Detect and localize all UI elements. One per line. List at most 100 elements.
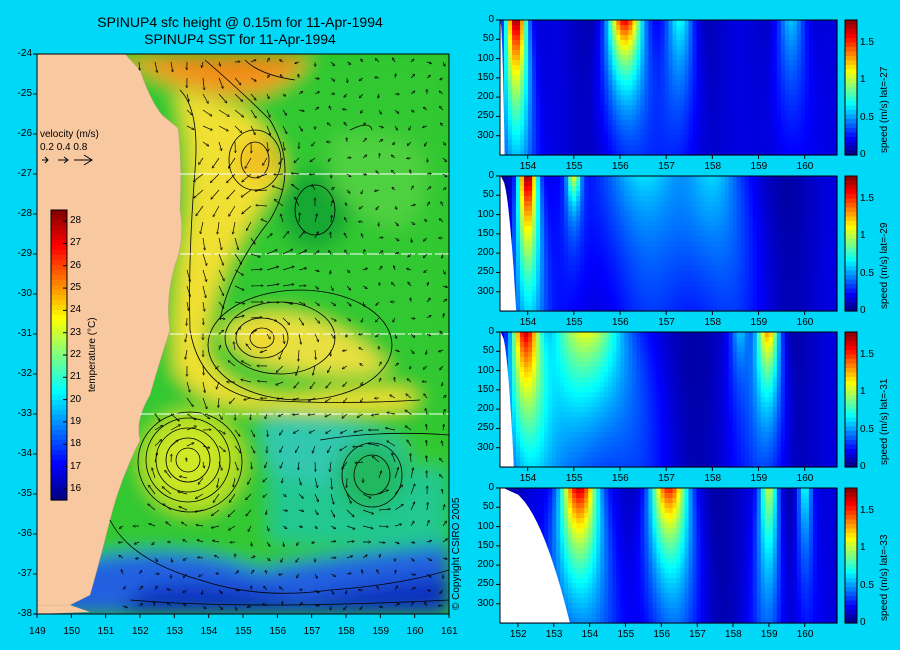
speed-cell bbox=[628, 226, 633, 232]
speed-cell bbox=[732, 20, 738, 26]
speed-cell bbox=[572, 70, 577, 76]
speed-cell bbox=[660, 25, 666, 31]
speed-cell bbox=[528, 130, 533, 136]
speed-cell bbox=[800, 70, 806, 76]
speed-cell bbox=[692, 90, 698, 96]
speed-cell bbox=[752, 266, 758, 272]
speed-cell bbox=[672, 45, 678, 51]
speed-cell bbox=[824, 60, 830, 66]
speed-cell bbox=[588, 65, 593, 71]
speed-cell bbox=[664, 301, 670, 307]
speed-cell bbox=[540, 95, 545, 101]
speed-cell bbox=[620, 25, 625, 31]
speed-cell bbox=[552, 216, 557, 222]
speed-cell bbox=[780, 236, 786, 242]
speed-cell bbox=[828, 115, 834, 121]
speed-cell bbox=[516, 20, 521, 26]
speed-cell bbox=[700, 186, 706, 192]
speed-cell bbox=[508, 35, 513, 41]
speed-cell bbox=[628, 75, 633, 81]
speed-cell bbox=[696, 135, 702, 141]
speed-cell bbox=[820, 90, 826, 96]
speed-cell bbox=[552, 90, 557, 96]
speed-cell bbox=[532, 221, 537, 227]
speed-cell bbox=[684, 241, 690, 247]
speed-cell bbox=[732, 236, 738, 242]
speed-cell bbox=[828, 135, 834, 141]
speed-cell bbox=[576, 140, 581, 146]
speed-cell bbox=[696, 65, 702, 71]
speed-cell bbox=[772, 75, 778, 81]
speed-cell bbox=[560, 115, 565, 121]
speed-cell bbox=[524, 140, 529, 146]
speed-cell bbox=[768, 181, 774, 187]
speed-cell bbox=[576, 85, 581, 91]
speed-cell bbox=[504, 140, 509, 146]
speed-cell bbox=[524, 276, 529, 282]
speed-cell bbox=[776, 40, 782, 46]
speed-cell bbox=[744, 256, 750, 262]
speed-cell bbox=[584, 271, 589, 277]
speed-cell bbox=[764, 115, 770, 121]
speed-cell bbox=[712, 55, 718, 61]
speed-cell bbox=[524, 75, 529, 81]
speed-cell bbox=[636, 271, 642, 277]
speed-cell bbox=[532, 50, 537, 56]
speed-cell bbox=[800, 145, 806, 151]
speed-cell bbox=[744, 145, 750, 151]
speed-cell bbox=[820, 70, 826, 76]
speed-cell bbox=[544, 181, 549, 187]
speed-cell bbox=[760, 286, 766, 292]
speed-cell bbox=[640, 140, 646, 146]
speed-cell bbox=[820, 30, 826, 36]
speed-cell bbox=[536, 90, 541, 96]
speed-cell bbox=[572, 40, 577, 46]
speed-cell bbox=[748, 55, 754, 61]
speed-cell bbox=[724, 130, 730, 136]
speed-cell bbox=[652, 140, 658, 146]
speed-cell bbox=[740, 85, 746, 91]
speed-cell bbox=[616, 201, 621, 207]
speed-cell bbox=[800, 65, 806, 71]
speed-cell bbox=[636, 25, 642, 31]
speed-cell bbox=[764, 95, 770, 101]
speed-cell bbox=[672, 100, 678, 106]
speed-cell bbox=[696, 45, 702, 51]
speed-cell bbox=[724, 296, 730, 302]
speed-cell bbox=[676, 90, 682, 96]
speed-cell bbox=[636, 266, 642, 272]
speed-cell bbox=[656, 221, 662, 227]
speed-cell bbox=[672, 90, 678, 96]
speed-cell bbox=[772, 231, 778, 237]
speed-cell bbox=[760, 191, 766, 197]
speed-cell bbox=[520, 60, 525, 66]
speed-cell bbox=[680, 35, 686, 41]
speed-cell bbox=[612, 246, 617, 252]
speed-cell bbox=[624, 301, 629, 307]
speed-cell bbox=[744, 55, 750, 61]
speed-cell bbox=[692, 135, 698, 141]
speed-cell bbox=[724, 276, 730, 282]
speed-cell bbox=[704, 75, 710, 81]
speed-cell bbox=[748, 60, 754, 66]
speed-cell bbox=[576, 301, 581, 307]
speed-cell bbox=[516, 145, 521, 151]
speed-cell bbox=[608, 95, 613, 101]
speed-cell bbox=[564, 236, 569, 242]
speed-cell bbox=[568, 296, 573, 302]
speed-cell bbox=[744, 221, 750, 227]
speed-cell bbox=[648, 95, 654, 101]
speed-cell bbox=[760, 90, 766, 96]
speed-cell bbox=[580, 191, 585, 197]
speed-cell bbox=[608, 286, 613, 292]
speed-cell bbox=[648, 246, 654, 252]
speed-cell bbox=[812, 90, 818, 96]
speed-cell bbox=[564, 105, 569, 111]
speed-cell bbox=[596, 30, 601, 36]
speed-cell bbox=[656, 90, 662, 96]
speed-cell bbox=[652, 20, 658, 26]
speed-cell bbox=[520, 181, 525, 187]
speed-cell bbox=[744, 70, 750, 76]
speed-cell bbox=[648, 181, 654, 187]
speed-cell bbox=[508, 125, 513, 131]
